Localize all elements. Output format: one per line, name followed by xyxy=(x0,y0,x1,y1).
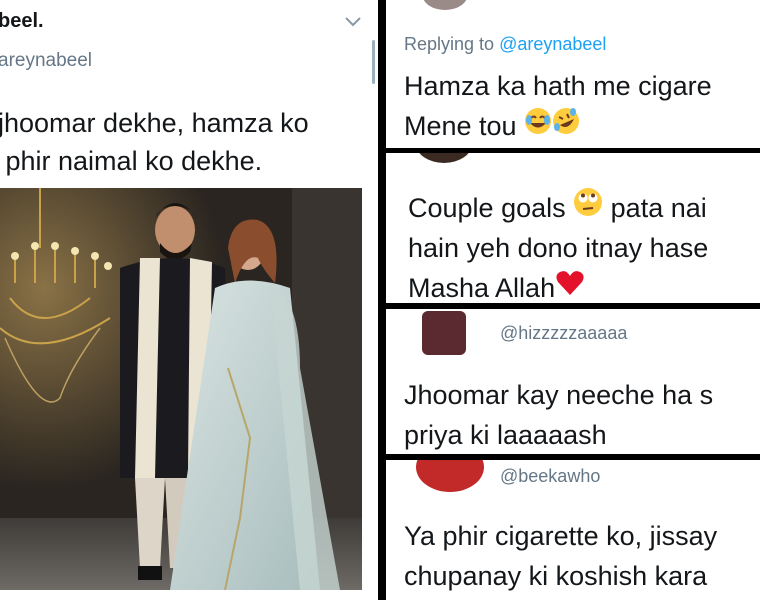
reply-card-1: Replying to @areynabeel Hamza ka hath me… xyxy=(386,0,760,148)
author-handle[interactable]: areynabeel xyxy=(0,50,92,72)
face-with-tears-of-joy-icon xyxy=(524,107,552,140)
reply-card-4: @beekawho Ya phir cigarette ko, jissay c… xyxy=(386,460,760,600)
reply-handle[interactable]: @hizzzzzaaaaa xyxy=(500,323,627,344)
scrollbar[interactable] xyxy=(372,40,375,84)
reply-text: Jhoomar kay neeche ha s priya ki laaaaas… xyxy=(404,375,713,454)
tweet-text: jhoomar dekhe, hamza ko phir naimal ko d… xyxy=(0,104,309,180)
reply-handle[interactable]: @beekawho xyxy=(500,466,600,487)
reply-line-1: Ya phir cigarette ko, jissay xyxy=(404,521,718,551)
face-with-rolling-eyes-icon xyxy=(573,187,603,222)
original-tweet-panel: beel. areynabeel jhoomar dekhe, hamza ko… xyxy=(0,0,381,600)
tweet-photo[interactable] xyxy=(0,188,362,590)
rolling-on-the-floor-laughing-icon xyxy=(552,107,580,140)
reply-line-3: Masha Allah xyxy=(408,268,708,303)
reply-line-1: Couple goals pata nai xyxy=(408,187,708,228)
avatar[interactable] xyxy=(422,0,468,10)
replying-handle-link[interactable]: @areynabeel xyxy=(499,34,606,54)
reply-line-2: priya ki laaaaash xyxy=(404,420,607,450)
reply-text: Hamza ka hath me cigare Mene tou xyxy=(404,66,712,146)
chevron-down-icon[interactable] xyxy=(345,14,361,32)
reply-line-2: hain yeh dono itnay hase xyxy=(408,233,709,263)
reply-line-2: chupanay ki koshish kara xyxy=(404,561,708,591)
reply-card-2: Couple goals pata nai hain yeh dono itna… xyxy=(386,153,760,303)
reply-line-1-tail: pata nai xyxy=(610,193,707,223)
reply-line-2: Mene tou xyxy=(404,106,712,146)
reply-line-2-text: Mene tou xyxy=(404,111,517,141)
replying-prefix: Replying to xyxy=(404,34,500,54)
red-heart-icon xyxy=(555,269,585,302)
reply-line-3-text: Masha Allah xyxy=(408,273,556,303)
reply-text: Ya phir cigarette ko, jissay chupanay ki… xyxy=(404,516,717,596)
avatar[interactable] xyxy=(416,153,472,163)
avatar[interactable] xyxy=(416,460,484,492)
tweet-line-1: jhoomar dekhe, hamza ko xyxy=(0,108,309,138)
reply-card-3: @hizzzzzaaaaa Jhoomar kay neeche ha s pr… xyxy=(386,309,760,454)
handle-text: areynabeel xyxy=(0,50,93,71)
reply-line-1: Jhoomar kay neeche ha s xyxy=(404,380,714,410)
tweet-line-2: phir naimal ko dekhe. xyxy=(0,146,263,176)
avatar[interactable] xyxy=(422,311,466,355)
author-name[interactable]: beel. xyxy=(0,10,44,33)
replying-to: Replying to @areynabeel xyxy=(404,34,606,55)
reply-text: Couple goals pata nai hain yeh dono itna… xyxy=(408,187,708,303)
reply-line-1: Hamza ka hath me cigare xyxy=(404,71,712,101)
reply-line-1-text: Couple goals xyxy=(408,193,566,223)
